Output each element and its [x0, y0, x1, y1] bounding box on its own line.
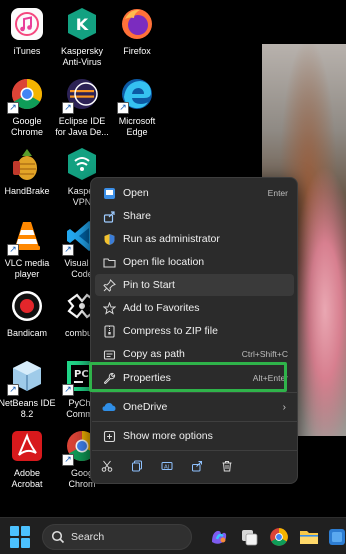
edge-icon: ↗ — [117, 76, 155, 114]
eclipse-icon: ↗ — [62, 76, 100, 114]
shortcut-arrow-icon: ↗ — [7, 102, 19, 114]
file-explorer-icon[interactable] — [298, 526, 320, 548]
desktop-icon-label: Microsoft Edge — [118, 116, 156, 137]
svg-text:K: K — [76, 15, 89, 34]
share-icon[interactable] — [185, 455, 209, 477]
windows-logo-tile — [21, 538, 30, 548]
menu-item-label: Pin to Start — [123, 279, 175, 291]
menu-item-label: Show more options — [123, 430, 213, 442]
copy-icon[interactable] — [125, 455, 149, 477]
windows-logo-tile — [10, 526, 19, 536]
menu-item-run-as-administrator[interactable]: Run as administrator — [95, 228, 294, 250]
context-menu-action-bar: A| — [91, 454, 297, 478]
menu-item-copy-as-path[interactable]: Copy as path Ctrl+Shift+C — [95, 343, 294, 365]
shortcut-arrow-icon: ↗ — [7, 384, 19, 396]
menu-item-label: Open — [123, 187, 149, 199]
chrome-icon: ↗ — [7, 76, 45, 114]
menu-item-shortcut: Ctrl+Shift+C — [241, 349, 288, 359]
chevron-right-icon: › — [282, 401, 286, 413]
onedrive-icon — [97, 396, 121, 418]
search-icon — [51, 530, 65, 544]
menu-item-label: Add to Favorites — [123, 302, 200, 314]
copilot-icon[interactable] — [208, 526, 230, 548]
menu-item-shortcut: Alt+Enter — [252, 373, 288, 383]
shortcut-arrow-icon: ↗ — [62, 454, 74, 466]
itunes-icon — [9, 6, 45, 42]
shortcut-arrow-icon: ↗ — [62, 102, 74, 114]
menu-item-share[interactable]: Share — [95, 205, 294, 227]
netbeans-icon: ↗ — [7, 358, 45, 396]
menu-item-properties[interactable]: Properties Alt+Enter — [95, 367, 294, 389]
menu-item-show-more-options[interactable]: Show more options — [95, 425, 294, 447]
shortcut-arrow-icon: ↗ — [7, 244, 19, 256]
menu-item-compress-zip[interactable]: Compress to ZIP file — [95, 320, 294, 342]
zip-icon — [97, 320, 121, 342]
copy-path-icon — [97, 343, 121, 365]
shield-icon — [97, 228, 121, 250]
bandicam-icon — [9, 288, 45, 324]
menu-item-label: Share — [123, 210, 152, 222]
shortcut-arrow-icon: ↗ — [62, 244, 74, 256]
delete-icon[interactable] — [215, 455, 239, 477]
menu-item-open-file-location[interactable]: Open file location — [95, 251, 294, 273]
svg-text:PC: PC — [74, 369, 89, 380]
widget-icon[interactable] — [238, 526, 260, 548]
desktop-icon-edge[interactable]: ↗ Microsoft Edge — [105, 76, 169, 148]
menu-item-label: Properties — [123, 372, 171, 384]
handbrake-icon — [9, 146, 45, 182]
more-options-icon — [97, 425, 121, 447]
taskbar: Search — [0, 517, 346, 554]
menu-item-label: Open file location — [123, 256, 205, 268]
share-icon — [97, 205, 121, 227]
firefox-icon — [119, 6, 155, 42]
context-menu: Open Enter Share Run as administrator Op… — [90, 177, 298, 484]
vlc-icon: ↗ — [7, 218, 45, 256]
star-icon — [97, 297, 121, 319]
open-app-icon — [97, 182, 121, 204]
menu-item-add-to-favorites[interactable]: Add to Favorites — [95, 297, 294, 319]
menu-separator — [92, 450, 297, 451]
pin-icon — [97, 274, 121, 296]
menu-item-label: Copy as path — [123, 348, 185, 360]
menu-item-open[interactable]: Open Enter — [95, 182, 294, 204]
acrobat-icon — [9, 428, 45, 464]
menu-item-label: Compress to ZIP file — [123, 325, 218, 337]
taskbar-search-box[interactable]: Search — [42, 524, 192, 550]
windows-logo-tile — [10, 538, 19, 548]
menu-item-pin-to-start[interactable]: Pin to Start — [95, 274, 294, 296]
menu-item-onedrive[interactable]: OneDrive › — [95, 396, 294, 418]
wrench-icon — [97, 367, 121, 389]
search-placeholder: Search — [71, 531, 105, 543]
shortcut-arrow-icon: ↗ — [117, 102, 129, 114]
app-icon[interactable] — [328, 526, 346, 548]
cut-icon[interactable] — [95, 455, 119, 477]
windows-logo-tile — [21, 526, 30, 536]
menu-item-label: OneDrive — [123, 401, 168, 413]
menu-item-label: Run as administrator — [123, 233, 220, 245]
start-button[interactable] — [10, 526, 32, 548]
menu-separator — [92, 421, 297, 422]
chrome-icon[interactable] — [268, 526, 290, 548]
menu-separator — [92, 392, 297, 393]
desktop-icon-firefox[interactable]: Firefox — [105, 6, 169, 78]
folder-icon — [97, 251, 121, 273]
menu-item-shortcut: Enter — [267, 188, 288, 198]
svg-text:A|: A| — [164, 464, 170, 470]
kaspersky-icon: K — [64, 6, 100, 42]
desktop-icon-label: Firefox — [123, 46, 151, 56]
rename-icon[interactable]: A| — [155, 455, 179, 477]
shortcut-arrow-icon: ↗ — [62, 384, 74, 396]
